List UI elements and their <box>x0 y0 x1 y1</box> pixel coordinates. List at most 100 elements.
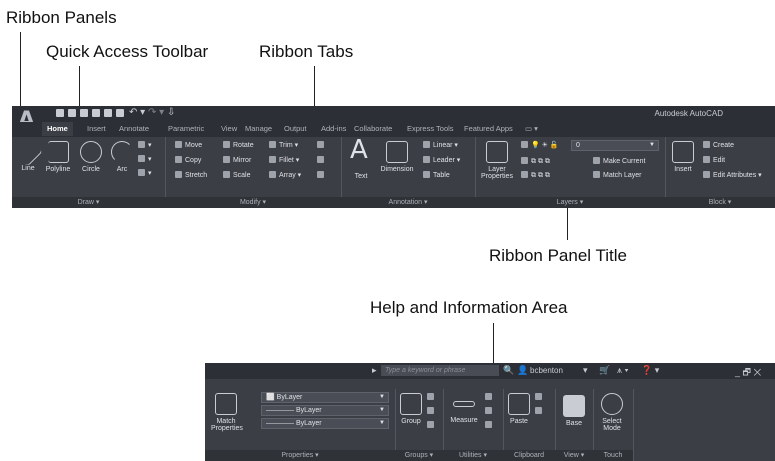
linear-button[interactable]: Linear ▾ <box>423 141 458 149</box>
callout-ribbon-panel-title: Ribbon Panel Title <box>489 246 627 265</box>
match-properties-label-1: Match <box>216 418 236 425</box>
save-icon[interactable] <box>80 109 88 117</box>
callout-ribbon-panels: Ribbon Panels <box>6 8 117 27</box>
utility-tools-2[interactable] <box>485 407 495 415</box>
circle-icon <box>80 141 102 163</box>
group-tools[interactable] <box>427 393 437 401</box>
color-dropdown[interactable]: ⬜ ByLayer ▼ <box>261 392 389 403</box>
rotate-button[interactable]: Rotate <box>223 141 254 149</box>
circle-button[interactable]: Circle <box>78 141 104 173</box>
search-icon[interactable]: 🔍 <box>503 365 514 376</box>
layer-dropdown[interactable]: 0 ▼ <box>571 140 659 151</box>
panel-title-clipboard[interactable]: Clipboard <box>503 450 555 461</box>
match-layer-button[interactable]: Match Layer <box>593 171 642 179</box>
fillet-button[interactable]: Fillet ▾ <box>269 156 299 164</box>
layer-tools-row2[interactable]: ⧉ ⧉ ⧉ <box>521 171 550 180</box>
move-button[interactable]: Move <box>175 141 202 149</box>
copy-button[interactable]: Copy <box>175 156 201 164</box>
match-properties-button[interactable]: Match Properties <box>211 393 243 432</box>
arc-button[interactable]: Arc <box>111 141 133 173</box>
print-icon[interactable] <box>116 109 124 117</box>
insert-button[interactable]: Insert <box>671 141 695 173</box>
search-arrow-icon[interactable]: ▸ <box>372 365 377 376</box>
copy-clip-icon[interactable] <box>535 393 545 401</box>
layer-properties-button[interactable]: Layer Properties <box>479 141 515 180</box>
mirror-button[interactable]: Mirror <box>223 156 251 164</box>
tab-express-tools[interactable]: Express Tools <box>407 124 454 133</box>
tab-featured-apps[interactable]: Featured Apps <box>464 124 513 133</box>
tab-add-ins[interactable]: Add-ins <box>321 124 346 133</box>
tab-annotate[interactable]: Annotate <box>119 124 149 133</box>
panel-title-utilities[interactable]: Utilities ▾ <box>443 450 503 461</box>
edit-block-button[interactable]: Edit <box>703 156 725 164</box>
edit-attributes-button[interactable]: Edit Attributes ▾ <box>703 171 762 179</box>
tab-collaborate[interactable]: Collaborate <box>354 124 392 133</box>
base-button[interactable]: Base <box>561 395 587 427</box>
polyline-button[interactable]: Polyline <box>42 141 74 173</box>
plot-icon[interactable] <box>104 109 112 117</box>
open-icon[interactable] <box>68 109 76 117</box>
leader-ribbon-tabs <box>314 66 315 106</box>
search-input[interactable]: Type a keyword or phrase <box>381 365 499 376</box>
undo-icon[interactable]: ↶ ▾ <box>129 107 145 118</box>
panel-title-annotation[interactable]: Annotation ▾ <box>341 197 475 208</box>
window-controls[interactable]: _ 🗗 ✕ <box>735 365 761 381</box>
tab-output[interactable]: Output <box>284 124 307 133</box>
leader-button[interactable]: Leader ▾ <box>423 156 460 164</box>
chevron-down-icon: ▼ <box>379 394 385 400</box>
explode-icon[interactable] <box>317 156 327 164</box>
help-icon[interactable]: ❓ ▾ <box>641 365 659 376</box>
erase-icon[interactable] <box>317 141 327 149</box>
table-button[interactable]: Table <box>423 171 450 179</box>
scale-button[interactable]: Scale <box>223 171 251 179</box>
array-button[interactable]: Array ▾ <box>269 171 301 179</box>
user-name[interactable]: bcbenton <box>530 366 563 375</box>
panel-title-modify[interactable]: Modify ▾ <box>165 197 341 208</box>
cut-icon[interactable] <box>535 407 545 415</box>
group-button[interactable]: Group <box>399 393 423 425</box>
group-tools-3[interactable] <box>427 421 437 429</box>
group-tools-2[interactable] <box>427 407 437 415</box>
panel-title-draw[interactable]: Draw ▾ <box>12 197 165 208</box>
rectangle-icon[interactable]: ▾ <box>138 141 152 149</box>
panel-title-touch[interactable]: Touch <box>593 450 633 461</box>
panel-title-layers[interactable]: Layers ▾ <box>475 197 665 208</box>
line-button[interactable]: Line <box>13 137 43 172</box>
linetype-dropdown[interactable]: ———— ByLayer ▼ <box>261 405 389 416</box>
text-button[interactable]: Text <box>351 173 371 180</box>
lineweight-dropdown[interactable]: ———— ByLayer ▼ <box>261 418 389 429</box>
exchange-icon[interactable]: ⩚ ▾ <box>617 365 628 376</box>
tab-view[interactable]: View <box>221 124 237 133</box>
tab-insert[interactable]: Insert <box>87 124 106 133</box>
redo-icon[interactable]: ↷ ▾ <box>148 107 164 118</box>
create-block-button[interactable]: Create <box>703 141 734 149</box>
user-icon[interactable]: 👤 <box>517 365 528 376</box>
panel-title-block[interactable]: Block ▾ <box>665 197 775 208</box>
customize-qat-icon[interactable]: ⇩ <box>167 107 175 118</box>
panel-title-view[interactable]: View ▾ <box>555 450 593 461</box>
paste-button[interactable]: Paste <box>507 393 531 425</box>
utility-tools[interactable] <box>485 393 495 401</box>
cart-icon[interactable]: 🛒 <box>599 365 610 376</box>
chevron-down-icon[interactable]: ▾ <box>583 365 588 376</box>
stretch-button[interactable]: Stretch <box>175 171 207 179</box>
tab-parametric[interactable]: Parametric <box>168 124 204 133</box>
new-icon[interactable] <box>56 109 64 117</box>
measure-button[interactable]: Measure <box>447 393 481 424</box>
make-current-button[interactable]: Make Current <box>593 157 645 165</box>
layer-tools-row1[interactable]: ⧉ ⧉ ⧉ <box>521 157 550 166</box>
panel-title-properties[interactable]: Properties ▾ <box>205 450 395 461</box>
save-as-icon[interactable] <box>92 109 100 117</box>
tab-manage[interactable]: Manage <box>245 124 272 133</box>
select-mode-label-2: Mode <box>603 425 621 432</box>
select-mode-button[interactable]: Select Mode <box>597 393 627 432</box>
utility-tools-3[interactable] <box>485 421 495 429</box>
offset-icon[interactable] <box>317 171 327 179</box>
panel-title-groups[interactable]: Groups ▾ <box>395 450 443 461</box>
dimension-button[interactable]: Dimension <box>377 141 417 173</box>
ellipse-icon[interactable]: ▾ <box>138 155 152 163</box>
trim-button[interactable]: Trim ▾ <box>269 141 298 149</box>
tab-home[interactable]: Home <box>42 122 73 136</box>
hatch-icon[interactable]: ▾ <box>138 169 152 177</box>
tab-extra-dropdown[interactable]: ▭ ▾ <box>525 124 538 133</box>
